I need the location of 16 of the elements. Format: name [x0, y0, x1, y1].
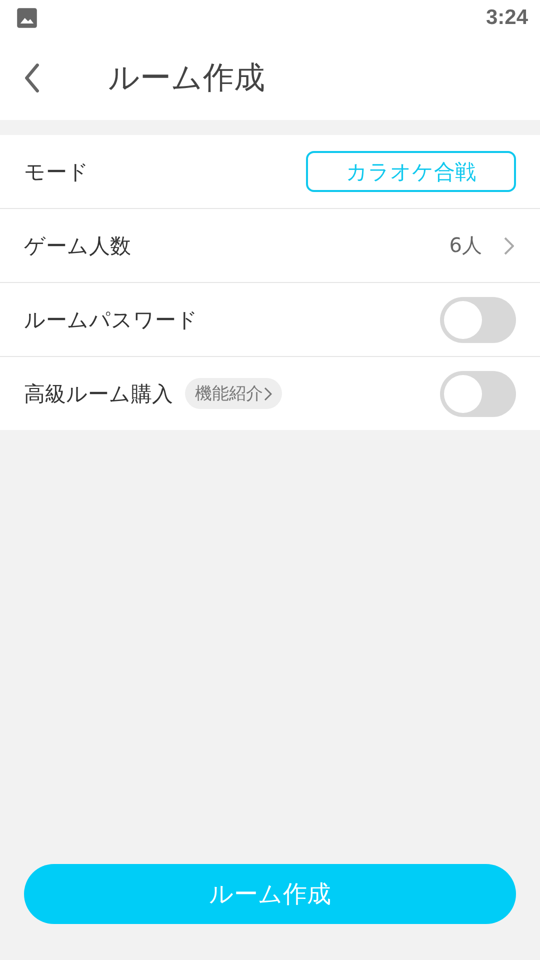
status-time: 3:24 — [486, 6, 528, 30]
back-icon[interactable] — [24, 63, 40, 93]
image-icon — [16, 7, 38, 29]
chevron-right-icon[interactable] — [504, 236, 514, 254]
toggle-switch[interactable] — [440, 296, 516, 342]
chevron-icon — [264, 386, 272, 400]
toggle-switch[interactable] — [440, 370, 516, 416]
page-title: ルーム作成 — [108, 59, 265, 98]
row-label: モード — [24, 158, 89, 186]
mode-selector[interactable]: カラオケ合戦 — [306, 151, 516, 192]
row-label: 高級ルーム購入 — [24, 380, 173, 408]
player-count: 6人 — [449, 232, 482, 259]
row-label: ゲーム人数 — [24, 232, 131, 260]
row-label: ルームパスワード — [24, 306, 198, 334]
feature-info-chip[interactable]: 機能紹介 — [185, 378, 282, 409]
create-room-button[interactable]: ルーム作成 — [24, 864, 516, 924]
